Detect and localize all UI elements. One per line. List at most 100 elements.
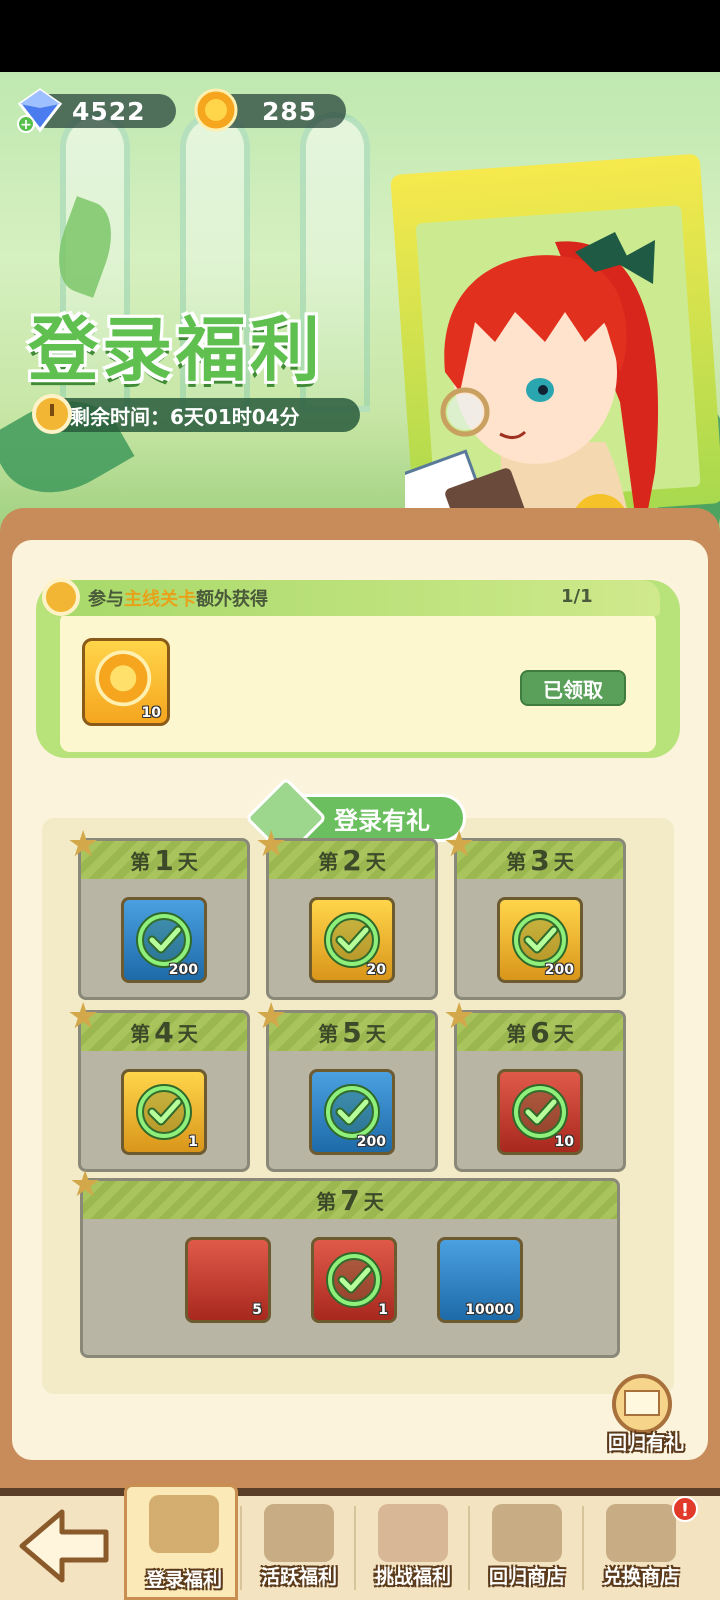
nav-divider — [354, 1506, 356, 1590]
reward-item[interactable]: 1 — [311, 1237, 397, 1323]
day-5-card[interactable]: 第 5 天 ★ 200 — [255, 999, 438, 1172]
claimed-button[interactable]: 已领取 — [520, 670, 626, 706]
item-count: 1 — [188, 1134, 198, 1150]
extra-reward-highlight: 主线关卡 — [124, 589, 196, 610]
svg-text:+: + — [20, 117, 32, 133]
day-suffix: 天 — [553, 849, 574, 874]
return-gift-button[interactable]: 回归有礼 — [602, 1374, 684, 1454]
gem-counter[interactable]: + 4522 — [17, 88, 176, 133]
day-number: 2 — [342, 843, 362, 877]
nav-tab-label: 活跃福利 — [260, 1566, 337, 1588]
day-header: 第1天 — [81, 841, 247, 879]
check-icon — [136, 912, 192, 968]
nav-tab-3[interactable]: 挑战福利 — [356, 1496, 470, 1600]
check-icon — [512, 912, 568, 968]
check-icon — [512, 1084, 568, 1140]
item-count: 10 — [554, 1134, 574, 1150]
day-header: 第5天 — [269, 1013, 435, 1051]
back-arrow-icon[interactable] — [12, 1500, 116, 1592]
day-7-card[interactable]: 第 7 天 ★ 5 1 10000 — [69, 1167, 620, 1358]
star-icon: ★ — [67, 824, 100, 865]
item-count: 1 — [378, 1302, 388, 1318]
item-count: 5 — [252, 1302, 262, 1318]
check-icon — [136, 1084, 192, 1140]
extra-reward-prefix: 参与 — [88, 589, 124, 610]
check-icon — [324, 912, 380, 968]
reward-item[interactable]: 200 — [309, 1069, 395, 1155]
item-count: 10000 — [465, 1302, 514, 1318]
star-icon: ★ — [255, 996, 288, 1037]
day-1-card[interactable]: 第 1 天 ★ 200 — [67, 827, 250, 1000]
day-prefix: 第 — [318, 1021, 339, 1046]
nav-tab-label: 兑换商店 — [602, 1566, 679, 1588]
star-icon: ★ — [443, 996, 476, 1037]
day-prefix: 第 — [506, 1021, 527, 1046]
day-header: 第2天 — [269, 841, 435, 879]
day-prefix: 第 — [130, 1021, 151, 1046]
reward-item[interactable]: 10000 — [437, 1237, 523, 1323]
day-number: 4 — [154, 1015, 174, 1049]
day-3-card[interactable]: 第 3 天 ★ 200 — [443, 827, 626, 1000]
day-6-card[interactable]: 第 6 天 ★ 10 — [443, 999, 626, 1172]
nav-divider — [240, 1506, 242, 1590]
day-number: 5 — [342, 1015, 362, 1049]
remaining-time-text: 剩余时间：6天01时04分 — [70, 404, 300, 429]
envelope-icon — [624, 1390, 660, 1416]
gem-count: 4522 — [72, 96, 146, 126]
nav-divider — [582, 1506, 584, 1590]
nav-tab-icon — [264, 1504, 334, 1562]
status-bar — [0, 0, 720, 72]
nav-tab-label: 登录福利 — [145, 1569, 222, 1591]
gem-icon: + — [17, 88, 63, 133]
day-header: 第4天 — [81, 1013, 247, 1051]
item-count: 200 — [356, 1134, 386, 1150]
nav-tab-2[interactable]: 活跃福利 — [242, 1496, 356, 1600]
item-count: 10 — [141, 705, 161, 721]
reward-item[interactable]: 5 — [185, 1237, 271, 1323]
notification-badge: ! — [672, 1496, 698, 1522]
nav-tab-4[interactable]: 回归商店 — [470, 1496, 584, 1600]
nav-tab-label: 挑战福利 — [374, 1566, 451, 1588]
ribbon-knot-icon — [42, 578, 80, 616]
day-suffix: 天 — [177, 849, 198, 874]
day-2-card[interactable]: 第 2 天 ★ 20 — [255, 827, 438, 1000]
remaining-time: 剩余时间：6天01时04分 — [32, 394, 360, 434]
nav-tab-label: 回归商店 — [488, 1566, 565, 1588]
reward-item[interactable]: 20 — [309, 897, 395, 983]
day-prefix: 第 — [506, 849, 527, 874]
reward-item-sun-coin[interactable]: 10 — [82, 638, 170, 726]
page-title: 登录福利 — [28, 309, 324, 391]
nav-tab-icon — [492, 1504, 562, 1562]
nav-divider — [468, 1506, 470, 1590]
item-count: 200 — [168, 962, 198, 978]
check-icon — [326, 1252, 382, 1308]
day-number: 6 — [530, 1015, 550, 1049]
day-suffix: 天 — [177, 1021, 198, 1046]
reward-item[interactable]: 1 — [121, 1069, 207, 1155]
reward-item[interactable]: 10 — [497, 1069, 583, 1155]
clock-icon — [32, 394, 72, 434]
item-count: 200 — [544, 962, 574, 978]
login-gift-title: 登录有礼 — [334, 806, 430, 835]
nav-tab-icon — [606, 1504, 676, 1562]
day-prefix: 第 — [130, 849, 151, 874]
day-prefix: 第 — [318, 849, 339, 874]
day-number: 1 — [154, 843, 174, 877]
day-suffix: 天 — [553, 1021, 574, 1046]
gold-counter[interactable]: 285 — [194, 88, 346, 132]
day-suffix: 天 — [365, 849, 386, 874]
extra-reward-suffix: 额外获得 — [196, 589, 268, 610]
star-icon: ★ — [255, 824, 288, 865]
sun-coin-icon — [194, 88, 238, 132]
reward-item[interactable]: 200 — [121, 897, 207, 983]
extra-reward-progress: 1/1 — [561, 586, 593, 607]
character-illustration — [405, 232, 659, 532]
day-number: 3 — [530, 843, 550, 877]
reward-item[interactable]: 200 — [497, 897, 583, 983]
nav-tab-1[interactable]: 登录福利 — [124, 1484, 238, 1600]
item-count: 20 — [366, 962, 386, 978]
day-4-card[interactable]: 第 4 天 ★ 1 — [67, 999, 250, 1172]
star-icon: ★ — [67, 996, 100, 1037]
check-icon — [324, 1084, 380, 1140]
gold-count: 285 — [262, 96, 318, 126]
